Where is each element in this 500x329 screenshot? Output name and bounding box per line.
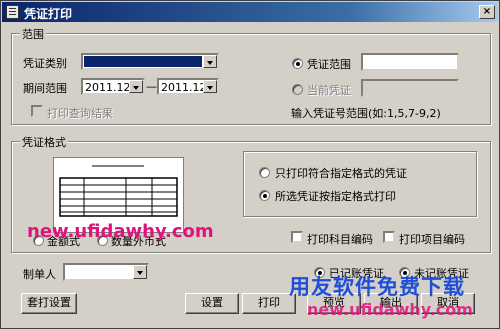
- maker-label: 制单人: [23, 268, 56, 281]
- period-from-value: 2011.12: [85, 81, 131, 94]
- voucher-range-label: 凭证范围: [307, 58, 351, 71]
- close-button[interactable]: ×: [479, 5, 495, 19]
- format-options-box: [243, 151, 477, 217]
- title-bar: 凭证打印 ×: [2, 2, 498, 22]
- document-icon: [6, 5, 19, 19]
- range-legend: 范围: [20, 26, 46, 42]
- print-query-checkbox[interactable]: [31, 105, 43, 117]
- chevron-down-icon[interactable]: [203, 55, 217, 68]
- watermark-url-left: new.ufidawhy.com: [27, 221, 214, 242]
- voucher-type-label: 凭证类别: [23, 57, 67, 70]
- watermark-brand: 用友软件免费下载: [289, 275, 465, 299]
- current-voucher-input[interactable]: [361, 79, 459, 97]
- current-voucher-radio[interactable]: [292, 84, 303, 95]
- watermark-url-right: new.ufidawhy.com: [307, 300, 473, 319]
- format-legend: 凭证格式: [20, 134, 68, 150]
- apply-format-label: 所选凭证按指定格式打印: [275, 190, 396, 203]
- voucher-range-input[interactable]: [361, 53, 459, 71]
- settings-button[interactable]: 设置: [185, 293, 239, 314]
- print-subject-code-label: 打印科目编码: [307, 233, 373, 246]
- maker-select[interactable]: [63, 263, 149, 281]
- period-to-value: 2011.12: [161, 81, 207, 94]
- only-matching-format-label: 只打印符合指定格式的凭证: [275, 167, 407, 180]
- period-separator: —: [146, 80, 157, 93]
- current-voucher-label: 当前凭证: [307, 84, 351, 97]
- chevron-down-icon[interactable]: [129, 80, 143, 93]
- period-to-select[interactable]: 2011.12: [157, 78, 219, 95]
- window-title: 凭证打印: [24, 7, 73, 21]
- voucher-print-dialog: 凭证打印 × 范围 凭证类别 期间范围 2011.12 — 2011.12 打印…: [0, 0, 500, 329]
- print-item-code-label: 打印项目编码: [399, 233, 465, 246]
- voucher-range-radio[interactable]: [292, 58, 303, 69]
- period-label: 期间范围: [23, 82, 67, 95]
- period-from-select[interactable]: 2011.12: [81, 78, 145, 95]
- chevron-down-icon[interactable]: [133, 265, 147, 279]
- range-hint: 输入凭证号范围(如:1,5,7-9,2): [291, 107, 441, 120]
- print-subject-code-checkbox[interactable]: [291, 231, 303, 243]
- voucher-type-value: [84, 56, 202, 67]
- voucher-type-select[interactable]: [81, 53, 219, 70]
- print-query-label: 打印查询结果: [47, 107, 113, 120]
- apply-format-radio[interactable]: [259, 190, 270, 201]
- print-button[interactable]: 打印: [242, 293, 296, 314]
- template-print-settings-button[interactable]: 套打设置: [21, 293, 77, 314]
- print-item-code-checkbox[interactable]: [383, 231, 395, 243]
- chevron-down-icon[interactable]: [203, 80, 217, 93]
- only-matching-format-radio[interactable]: [259, 167, 270, 178]
